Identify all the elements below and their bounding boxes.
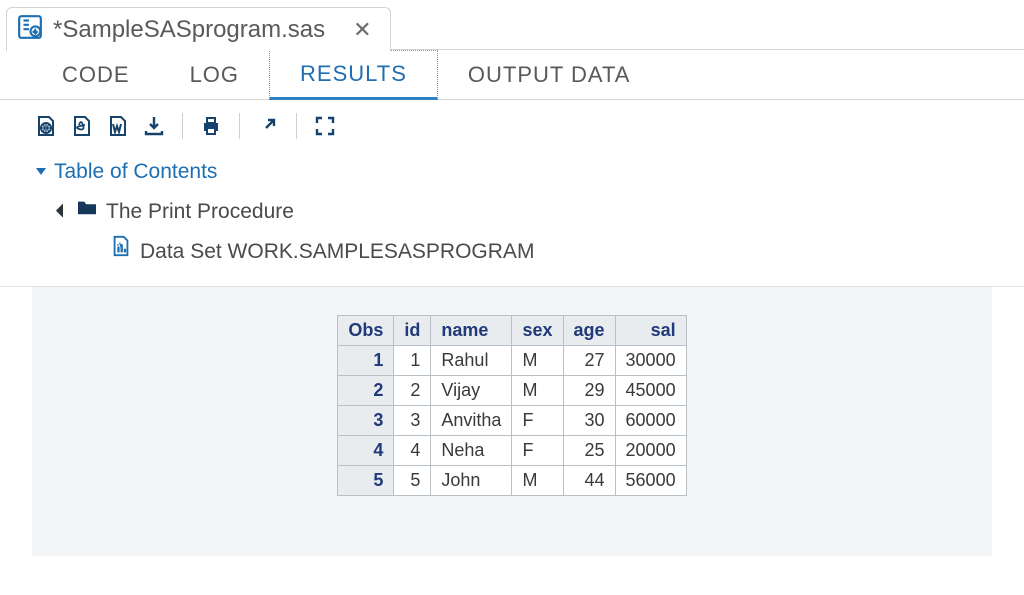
table-row: 11RahulM2730000	[338, 345, 686, 375]
cell-obs: 5	[338, 465, 394, 495]
toc-dataset-label: Data Set WORK.SAMPLESASPROGRAM	[140, 232, 534, 272]
col-age: age	[563, 315, 615, 345]
cell-name: Anvitha	[431, 405, 512, 435]
cell-id: 3	[394, 405, 431, 435]
cell-id: 5	[394, 465, 431, 495]
cell-id: 4	[394, 435, 431, 465]
cell-obs: 3	[338, 405, 394, 435]
cell-name: Rahul	[431, 345, 512, 375]
document-tab-strip: *SampleSASprogram.sas ✕	[0, 0, 1024, 50]
cell-name: Vijay	[431, 375, 512, 405]
close-icon[interactable]: ✕	[353, 19, 371, 41]
table-row: 33AnvithaF3060000	[338, 405, 686, 435]
print-icon[interactable]	[197, 112, 225, 140]
cell-age: 30	[563, 405, 615, 435]
caret-down-icon	[36, 168, 46, 175]
results-toolbar	[0, 100, 1024, 150]
cell-obs: 4	[338, 435, 394, 465]
cell-sal: 56000	[615, 465, 686, 495]
tab-code[interactable]: CODE	[32, 50, 160, 99]
col-sex: sex	[512, 315, 563, 345]
toc-root-label: Table of Contents	[54, 152, 217, 192]
table-of-contents-tree: Table of Contents The Print Procedure Da…	[0, 150, 1024, 287]
tab-results[interactable]: RESULTS	[269, 50, 438, 100]
toc-root[interactable]: Table of Contents	[36, 152, 1024, 192]
cell-age: 27	[563, 345, 615, 375]
cell-age: 44	[563, 465, 615, 495]
toc-proc-label: The Print Procedure	[106, 192, 294, 232]
subtab-bar: CODE LOG RESULTS OUTPUT DATA	[0, 50, 1024, 100]
export-word-icon[interactable]	[104, 112, 132, 140]
toc-dataset-node[interactable]: Data Set WORK.SAMPLESASPROGRAM	[36, 232, 1024, 272]
results-output-area: Obs id name sex age sal 11RahulM27300002…	[32, 287, 992, 556]
export-html-icon[interactable]	[32, 112, 60, 140]
toolbar-separator	[182, 113, 183, 139]
results-data-table: Obs id name sex age sal 11RahulM27300002…	[337, 315, 686, 496]
cell-sex: F	[512, 435, 563, 465]
cell-obs: 2	[338, 375, 394, 405]
cell-sal: 45000	[615, 375, 686, 405]
cell-id: 1	[394, 345, 431, 375]
cell-id: 2	[394, 375, 431, 405]
cell-sal: 30000	[615, 345, 686, 375]
cell-sex: M	[512, 375, 563, 405]
cell-age: 25	[563, 435, 615, 465]
table-row: 55JohnM4456000	[338, 465, 686, 495]
col-id: id	[394, 315, 431, 345]
tab-output-data[interactable]: OUTPUT DATA	[438, 50, 661, 99]
cell-obs: 1	[338, 345, 394, 375]
table-row: 22VijayM2945000	[338, 375, 686, 405]
tab-strip-spacer	[391, 0, 1024, 50]
toolbar-separator	[296, 113, 297, 139]
popout-icon[interactable]	[254, 112, 282, 140]
tab-log[interactable]: LOG	[160, 50, 269, 99]
document-tab[interactable]: *SampleSASprogram.sas ✕	[6, 7, 391, 51]
document-tab-title: *SampleSASprogram.sas	[53, 16, 325, 44]
export-pdf-icon[interactable]	[68, 112, 96, 140]
cell-sex: M	[512, 345, 563, 375]
caret-expanded-icon	[56, 203, 70, 217]
toolbar-separator	[239, 113, 240, 139]
download-icon[interactable]	[140, 112, 168, 140]
toc-proc-node[interactable]: The Print Procedure	[36, 192, 1024, 232]
cell-name: John	[431, 465, 512, 495]
table-header-row: Obs id name sex age sal	[338, 315, 686, 345]
dataset-file-icon	[110, 235, 132, 268]
col-sal: sal	[615, 315, 686, 345]
cell-sex: M	[512, 465, 563, 495]
cell-age: 29	[563, 375, 615, 405]
folder-icon	[76, 197, 98, 227]
table-row: 44NehaF2520000	[338, 435, 686, 465]
sas-file-icon	[17, 14, 43, 45]
table-body: 11RahulM273000022VijayM294500033AnvithaF…	[338, 345, 686, 495]
fullscreen-icon[interactable]	[311, 112, 339, 140]
col-name: name	[431, 315, 512, 345]
cell-sex: F	[512, 405, 563, 435]
cell-sal: 20000	[615, 435, 686, 465]
cell-sal: 60000	[615, 405, 686, 435]
col-obs: Obs	[338, 315, 394, 345]
cell-name: Neha	[431, 435, 512, 465]
